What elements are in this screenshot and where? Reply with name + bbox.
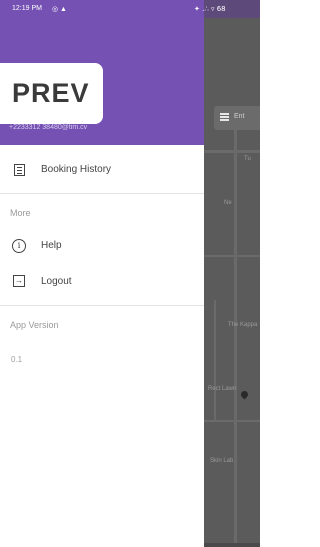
menu-item-logout[interactable]: → Logout xyxy=(0,265,204,301)
map-label: The Kappa xyxy=(228,322,258,328)
map-road xyxy=(204,420,260,422)
navigation-drawer: PREV +2233312 38480@tim.cv Booking Histo… xyxy=(0,18,204,547)
map-road xyxy=(214,300,216,420)
map-label: Tu xyxy=(244,156,251,162)
divider xyxy=(0,305,204,306)
status-time: 12:19 PM xyxy=(12,5,42,12)
menu-item-booking-history[interactable]: Booking History xyxy=(0,153,204,189)
hamburger-menu-icon[interactable] xyxy=(220,113,229,121)
map-label: Skin Lab xyxy=(210,458,234,464)
map-search-bar[interactable]: Ent xyxy=(214,106,260,130)
brand-logo-text: PREV xyxy=(12,78,90,108)
map-bottom-edge xyxy=(204,543,260,547)
menu-item-label: Booking History xyxy=(41,164,112,175)
map-road xyxy=(204,150,260,153)
brand-logo: PREV xyxy=(0,63,103,124)
menu-item-label: Help xyxy=(41,240,62,251)
map-road xyxy=(204,255,260,257)
status-bar-right: ✦ .∴ ▿ 68 xyxy=(194,0,260,18)
signal-battery-icons: ✦ .∴ ▿ 68 xyxy=(194,5,226,13)
section-label-app-version: App Version xyxy=(10,320,59,330)
drawer-header: PREV +2233312 38480@tim.cv xyxy=(0,18,204,145)
status-bar: 12:19 PM ◎ ▲ xyxy=(0,0,204,18)
menu-item-label: Logout xyxy=(41,276,72,287)
app-version-value: 0.1 xyxy=(11,355,23,364)
map-search-placeholder: Ent xyxy=(234,113,245,120)
map-view: Ent Tu Ne The Kappa Rect Lawn Skin Lab xyxy=(204,0,260,547)
map-label: Rect Lawn xyxy=(208,386,237,392)
logout-icon: → xyxy=(13,275,25,287)
notification-icons: ◎ ▲ xyxy=(52,6,67,13)
booking-history-icon xyxy=(14,164,25,176)
section-label-more: More xyxy=(10,208,31,218)
menu-item-help[interactable]: i Help xyxy=(0,229,204,265)
user-email: +2233312 38480@tim.cv xyxy=(9,124,88,131)
map-label: Ne xyxy=(224,200,232,206)
map-road xyxy=(234,130,237,547)
map-pin-icon[interactable] xyxy=(239,389,250,400)
info-icon: i xyxy=(12,239,26,253)
divider xyxy=(0,193,204,194)
